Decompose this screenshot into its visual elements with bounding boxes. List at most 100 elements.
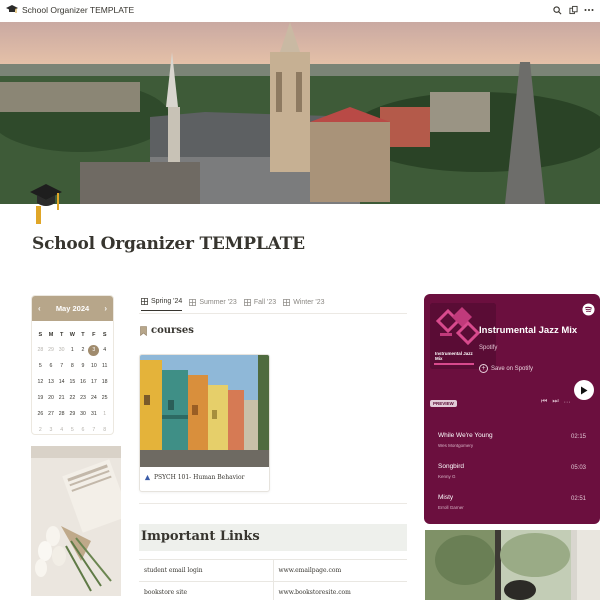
divider [139, 313, 407, 314]
playlist-name[interactable]: Instrumental Jazz Mix [479, 325, 577, 336]
calendar-day[interactable]: 10 [88, 359, 99, 374]
play-button[interactable] [574, 380, 594, 400]
calendar-widget: ‹ May 2024 › S M T W T F S 28 29 30 1 2 … [31, 295, 114, 435]
cover-image[interactable] [0, 22, 600, 204]
link-url[interactable]: www.emailpage.com [273, 559, 407, 582]
links-table: student email login www.emailpage.com bo… [139, 559, 407, 600]
link-name: student email login [139, 559, 274, 582]
calendar-day[interactable]: 24 [88, 391, 99, 406]
table-view-icon [189, 298, 197, 306]
course-cover-image [140, 355, 269, 467]
weekday-label: S [102, 332, 107, 338]
track-row[interactable]: Misty Erroll Garner 02:51 [438, 494, 594, 518]
calendar-month: May 2024 [55, 304, 90, 313]
previous-track-icon[interactable]: ⏮ [541, 398, 547, 406]
calendar-day[interactable]: 21 [56, 391, 67, 406]
calendar-day[interactable]: 25 [99, 391, 110, 406]
important-links-heading: Important Links [139, 524, 407, 551]
calendar-day[interactable]: 18 [99, 375, 110, 390]
calendar-day[interactable]: 19 [35, 391, 46, 406]
graduation-cap-icon [6, 5, 18, 13]
tulips-photo [31, 446, 121, 596]
courses-heading-text: courses [151, 325, 194, 336]
calendar-day[interactable]: 30 [56, 343, 67, 358]
link-url[interactable]: www.bookstoresite.com [273, 581, 407, 600]
duplicate-icon[interactable] [568, 5, 578, 15]
weekday-label: T [59, 332, 64, 338]
tab-summer-23[interactable]: Summer '23 [189, 299, 237, 311]
plus-icon: + [479, 364, 488, 373]
next-track-icon[interactable]: ⏭ [552, 398, 558, 406]
graduation-cap-icon[interactable] [30, 180, 62, 228]
calendar-day[interactable]: 4 [56, 423, 67, 434]
calendar-day[interactable]: 6 [46, 359, 57, 374]
document-icon [144, 474, 151, 481]
playlist-cover[interactable]: Instrumental Jazz Mix [430, 303, 496, 369]
calendar-day[interactable]: 6 [78, 423, 89, 434]
table-view-icon [283, 298, 291, 306]
calendar-day[interactable]: 1 [67, 343, 78, 358]
course-card[interactable]: PSYCH 101- Human Behavior [139, 354, 270, 492]
save-on-spotify-button[interactable]: + Save on Spotify [479, 364, 533, 373]
chevron-right-icon[interactable]: › [104, 304, 107, 313]
calendar-day[interactable]: 5 [67, 423, 78, 434]
calendar-grid: S M T W T F S 28 29 30 1 2 3 4 5 6 7 8 9… [32, 321, 113, 434]
calendar-day-today[interactable]: 3 [88, 343, 100, 358]
more-icon[interactable]: ··· [564, 399, 571, 406]
calendar-day[interactable]: 26 [35, 407, 46, 422]
track-artist: Erroll Garner [438, 505, 464, 510]
bookmark-icon [140, 325, 147, 336]
calendar-day[interactable]: 7 [56, 359, 67, 374]
calendar-day[interactable]: 31 [88, 407, 99, 422]
track-row[interactable]: While We're Young Wes Montgomery 02:15 [438, 432, 594, 456]
calendar-day[interactable]: 20 [46, 391, 57, 406]
calendar-day[interactable]: 29 [67, 407, 78, 422]
calendar-header: ‹ May 2024 › [32, 296, 113, 321]
calendar-day[interactable]: 5 [35, 359, 46, 374]
calendar-day[interactable]: 4 [99, 343, 110, 358]
course-label: PSYCH 101- Human Behavior [140, 467, 269, 488]
calendar-day[interactable]: 3 [46, 423, 57, 434]
calendar-day[interactable]: 28 [35, 343, 46, 358]
save-label: Save on Spotify [491, 365, 534, 372]
weekday-label: M [48, 332, 54, 338]
calendar-day[interactable]: 11 [99, 359, 110, 374]
calendar-day[interactable]: 1 [99, 407, 110, 422]
search-icon[interactable] [552, 5, 562, 15]
table-row: student email login www.emailpage.com [139, 559, 407, 582]
tab-label: Fall '23 [253, 298, 277, 306]
calendar-day[interactable]: 23 [78, 391, 89, 406]
track-duration: 02:51 [570, 496, 586, 502]
spotify-logo-icon[interactable] [582, 303, 595, 316]
calendar-day[interactable]: 2 [78, 343, 89, 358]
calendar-day[interactable]: 29 [46, 343, 57, 358]
calendar-day[interactable]: 17 [88, 375, 99, 390]
calendar-day[interactable]: 15 [67, 375, 78, 390]
more-icon[interactable] [584, 5, 594, 15]
calendar-day[interactable]: 22 [67, 391, 78, 406]
calendar-day[interactable]: 9 [78, 359, 89, 374]
track-duration: 02:15 [570, 434, 586, 440]
table-row: bookstore site www.bookstoresite.com [139, 581, 407, 600]
tab-fall-23[interactable]: Fall '23 [243, 298, 277, 311]
top-bar: School Organizer TEMPLATE [0, 0, 600, 20]
calendar-day[interactable]: 28 [56, 407, 67, 422]
calendar-day[interactable]: 27 [46, 407, 57, 422]
calendar-day[interactable]: 8 [67, 359, 78, 374]
calendar-day[interactable]: 2 [35, 423, 46, 434]
calendar-day[interactable]: 12 [35, 375, 46, 390]
calendar-day[interactable]: 7 [88, 423, 99, 434]
track-row[interactable]: Songbird Kenny G 05:03 [438, 463, 594, 487]
tab-spring-24[interactable]: Spring '24 [141, 298, 183, 311]
today-marker: 3 [88, 345, 100, 356]
calendar-day[interactable]: 13 [46, 375, 57, 390]
weekday-label: S [38, 332, 43, 338]
calendar-day[interactable]: 14 [56, 375, 67, 390]
chevron-left-icon[interactable]: ‹ [38, 304, 41, 313]
calendar-day[interactable]: 8 [99, 423, 110, 434]
table-view-icon [141, 298, 148, 305]
calendar-day[interactable]: 16 [78, 375, 89, 390]
spotify-embed: Instrumental Jazz Mix Instrumental Jazz … [424, 294, 600, 524]
tab-winter-23[interactable]: Winter '23 [283, 299, 324, 311]
calendar-day[interactable]: 30 [78, 407, 89, 422]
